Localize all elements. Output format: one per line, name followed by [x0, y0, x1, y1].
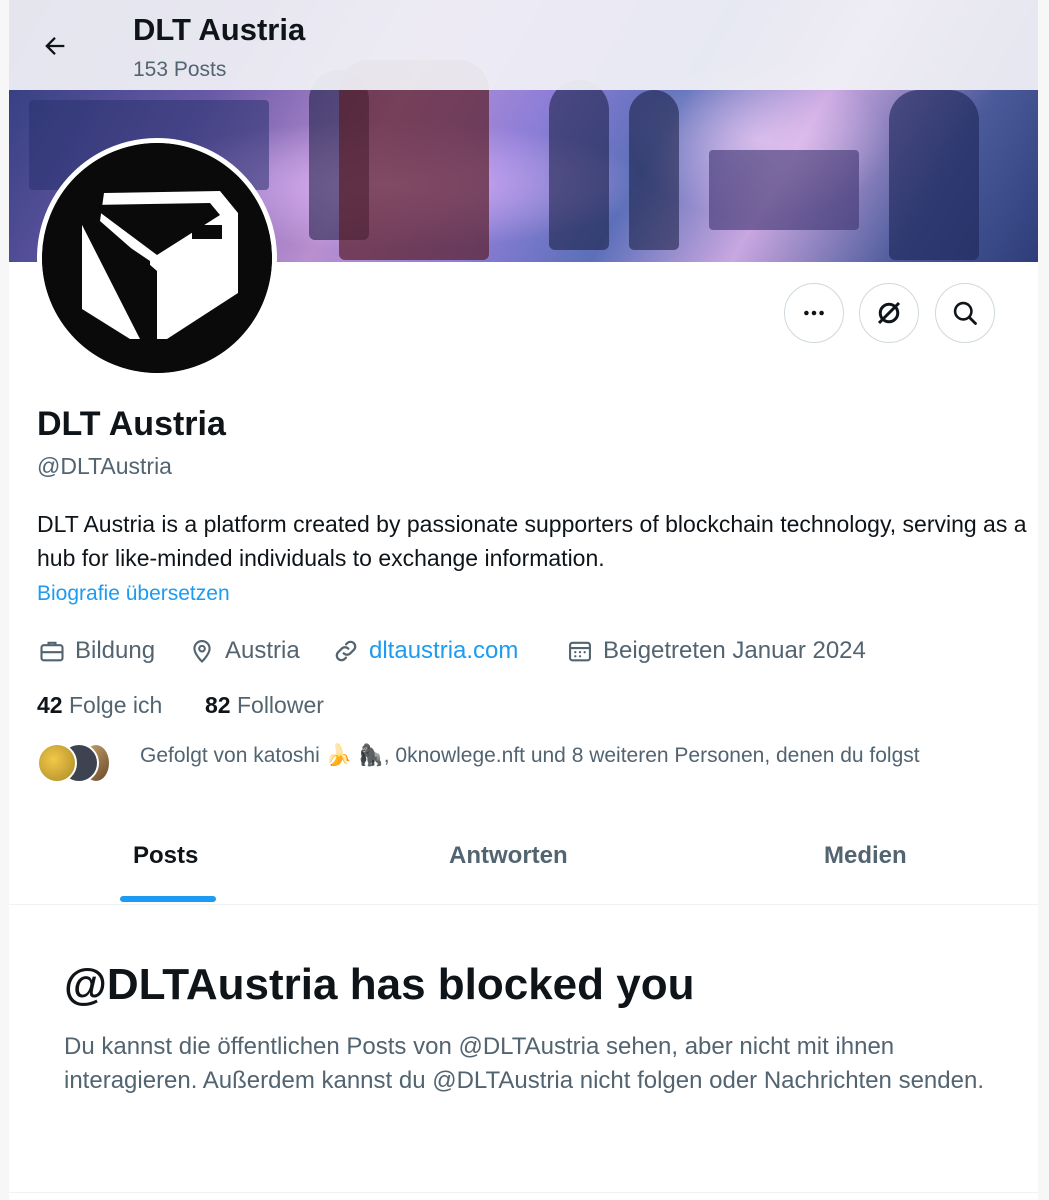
- banner-figure: [889, 90, 979, 260]
- followers-stat[interactable]: 82 Follower: [205, 692, 324, 719]
- profile-joined: Beigetreten Januar 2024: [565, 634, 866, 668]
- website-link[interactable]: dltaustria.com: [369, 637, 518, 665]
- search-button[interactable]: [935, 283, 995, 343]
- grok-icon: [877, 301, 901, 325]
- location-pin-icon: [187, 636, 217, 666]
- arrow-left-icon: [45, 37, 65, 55]
- search-icon: [953, 301, 977, 325]
- active-tab-indicator: [120, 896, 216, 902]
- briefcase-icon: [37, 636, 67, 666]
- cube-logo-icon: [42, 143, 272, 373]
- followers-label: Follower: [236, 692, 324, 718]
- joined-label: Beigetreten Januar 2024: [603, 637, 866, 664]
- more-options-button[interactable]: [784, 283, 844, 343]
- link-icon: [331, 636, 361, 666]
- profile-bio: DLT Austria is a platform created by pas…: [37, 511, 1027, 571]
- profile-location: Austria: [187, 634, 300, 668]
- banner-figure: [629, 90, 679, 250]
- header-title: DLT Austria: [133, 12, 306, 47]
- following-count: 42: [37, 692, 63, 718]
- profile-website[interactable]: dltaustria.com: [331, 634, 518, 668]
- tab-posts[interactable]: Posts: [133, 842, 198, 870]
- followers-count: 82: [205, 692, 231, 718]
- followed-by-text[interactable]: Gefolgt von katoshi 🍌 🦍, 0knowlege.nft u…: [140, 744, 920, 768]
- calendar-icon: [565, 636, 595, 666]
- profile-handle: @DLTAustria: [37, 453, 172, 479]
- profile-category: Bildung: [37, 634, 155, 668]
- tabs-divider: [9, 904, 1038, 905]
- profile-page: DLT Austria 153 Posts DLT Austria @DLTAu…: [9, 0, 1038, 1200]
- translate-bio-link[interactable]: Biografie übersetzen: [37, 582, 230, 606]
- blocked-title: @DLTAustria has blocked you: [64, 960, 695, 1009]
- banner-figure: [339, 60, 489, 260]
- avatar[interactable]: [37, 138, 277, 378]
- banner-display-table: [709, 150, 859, 230]
- banner-figure: [549, 80, 609, 250]
- header-posts-count: 153 Posts: [133, 58, 227, 81]
- bottom-divider: [9, 1192, 1038, 1193]
- grok-button[interactable]: [859, 283, 919, 343]
- mutual-follower-avatar[interactable]: [37, 743, 77, 783]
- top-header: DLT Austria 153 Posts: [9, 0, 1038, 90]
- following-label: Folge ich: [68, 692, 163, 718]
- tab-replies[interactable]: Antworten: [449, 842, 568, 870]
- category-label: Bildung: [75, 637, 156, 664]
- profile-name: DLT Austria: [37, 405, 226, 443]
- blocked-message: Du kannst die öffentlichen Posts von @DL…: [64, 1033, 984, 1094]
- tab-media[interactable]: Medien: [824, 842, 907, 870]
- more-dots-icon: [804, 310, 824, 316]
- following-stat[interactable]: 42 Folge ich: [37, 692, 162, 719]
- location-label: Austria: [225, 637, 300, 664]
- back-button[interactable]: [37, 28, 73, 64]
